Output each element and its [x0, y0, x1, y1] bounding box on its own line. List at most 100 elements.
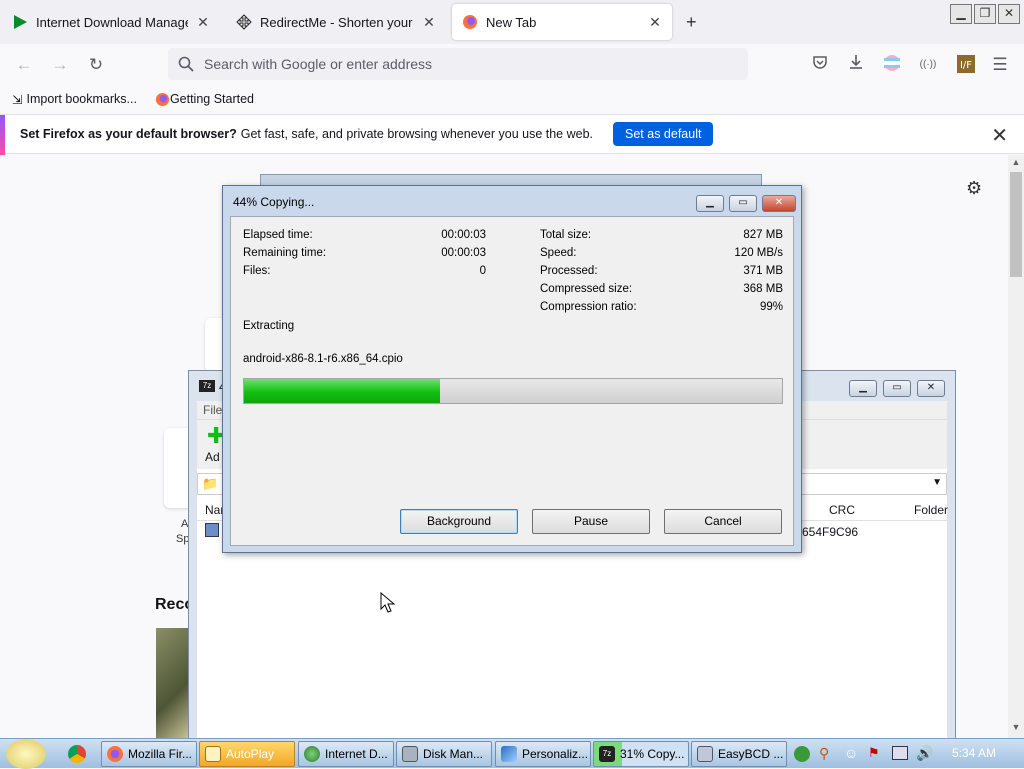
pause-button[interactable]: Pause	[532, 509, 650, 534]
column-crc[interactable]: CRC	[829, 503, 855, 517]
stat-label: Compressed size:	[540, 283, 633, 295]
stat-value: 371 MB	[743, 265, 783, 277]
minimize-button[interactable]: ▁	[849, 380, 877, 397]
minimize-button[interactable]: ▁	[696, 195, 724, 212]
stat-label: Total size:	[540, 229, 592, 241]
set-default-button[interactable]: Set as default	[613, 122, 714, 146]
menu-icon[interactable]: ☰	[989, 54, 1011, 76]
restore-button[interactable]: ❐	[974, 4, 996, 24]
chrome-icon[interactable]	[68, 745, 86, 763]
stat-value: 99%	[759, 301, 783, 313]
stat-label: Files:	[243, 265, 271, 277]
mouse-cursor-icon	[380, 592, 396, 613]
redirect-move-icon	[236, 14, 252, 30]
stat-value: 120 MB/s	[734, 247, 783, 259]
notification-accent	[0, 115, 5, 155]
stat-value: 00:00:03	[441, 229, 486, 241]
taskbar-item-personalize[interactable]: Personaliz...	[495, 741, 591, 767]
taskbar-label: Personaliz...	[522, 747, 589, 761]
maximize-button[interactable]: ▭	[729, 195, 757, 212]
stat-value: 827 MB	[743, 229, 783, 241]
tray-search-icon[interactable]: ⚲	[819, 745, 829, 762]
stat-label: Processed:	[540, 265, 598, 277]
background-button[interactable]: Background	[400, 509, 518, 534]
idm-globe-icon	[304, 746, 320, 762]
idm-extension-icon[interactable]: I/F	[955, 54, 977, 76]
taskbar-label: Internet D...	[325, 747, 388, 761]
minimize-button[interactable]: ▁	[950, 4, 972, 24]
tab-redirectme[interactable]: RedirectMe - Shorten your URL ✕	[226, 4, 446, 40]
back-icon[interactable]: ←	[13, 54, 35, 76]
notification-text: Get fast, safe, and private browsing whe…	[240, 127, 594, 141]
disk-management-icon	[402, 746, 418, 762]
taskbar-item-autoplay[interactable]: AutoPlay	[199, 741, 295, 767]
stat-label: Compression ratio:	[540, 301, 637, 313]
account-icon[interactable]	[881, 54, 903, 76]
firefox-icon	[155, 92, 169, 106]
taskbar-item-firefox[interactable]: Mozilla Fir...	[101, 741, 197, 767]
taskbar-label: AutoPlay	[226, 747, 275, 761]
window-controls: ▁ ❐ ✕	[950, 4, 1020, 24]
extension-icon[interactable]: ((·))	[917, 54, 939, 76]
cancel-button[interactable]: Cancel	[664, 509, 782, 534]
progress-fill	[244, 379, 441, 403]
taskbar-item-easybcd[interactable]: EasyBCD ...	[691, 741, 787, 767]
bookmarks-toolbar: ⇲ Import bookmarks... Getting Started	[0, 86, 1024, 112]
close-icon[interactable]: ✕	[991, 123, 1008, 148]
stat-label: Elapsed time:	[243, 229, 313, 241]
file-icon	[205, 523, 219, 537]
close-button[interactable]: ✕	[917, 380, 945, 397]
tray-flag-icon[interactable]: ⚑	[868, 745, 880, 761]
taskbar-item-7zip-copy[interactable]: 7z 31% Copy...	[593, 741, 689, 767]
taskbar-clock: 5:34 AM	[951, 746, 996, 760]
7zip-icon: 7z	[199, 380, 215, 392]
taskbar-item-idm[interactable]: Internet D...	[298, 741, 394, 767]
close-button[interactable]: ✕	[762, 195, 796, 212]
bookmark-label: Getting Started	[169, 92, 255, 106]
new-tab-button[interactable]: +	[686, 12, 697, 33]
tray-volume-icon[interactable]: 🔊	[916, 745, 933, 762]
bookmark-import[interactable]: ⇲ Import bookmarks...	[12, 92, 137, 107]
reload-icon[interactable]: ↻	[85, 54, 107, 76]
tab-close-icon[interactable]: ✕	[422, 14, 436, 31]
tab-new-tab[interactable]: New Tab ✕	[452, 4, 672, 40]
tab-close-icon[interactable]: ✕	[196, 14, 210, 31]
column-folder[interactable]: Folder	[914, 503, 948, 517]
tab-close-icon[interactable]: ✕	[648, 14, 662, 31]
7zip-icon: 7z	[599, 746, 615, 762]
taskbar-label: Disk Man...	[423, 747, 484, 761]
menu-file[interactable]: File	[203, 403, 222, 417]
tray-smiley-icon[interactable]: ☺	[844, 745, 858, 761]
gear-icon[interactable]: ⚙	[966, 178, 982, 199]
tray-display-icon[interactable]	[892, 746, 908, 760]
tray-network-icon[interactable]	[794, 746, 810, 762]
forward-icon[interactable]: →	[49, 54, 71, 76]
address-bar[interactable]: Search with Google or enter address	[168, 48, 748, 80]
scroll-up-icon[interactable]: ▲	[1008, 157, 1024, 171]
bookmark-getting-started[interactable]: Getting Started	[155, 92, 254, 107]
pocket-icon[interactable]	[809, 54, 831, 76]
close-button[interactable]: ✕	[998, 4, 1020, 24]
scroll-down-icon[interactable]: ▼	[1008, 722, 1024, 736]
address-placeholder: Search with Google or enter address	[204, 56, 433, 72]
maximize-button[interactable]: ▭	[883, 380, 911, 397]
easybcd-icon	[697, 746, 713, 762]
current-file-name: android-x86-8.1-r6.x86_64.cpio	[243, 353, 403, 365]
default-browser-notification: Set Firefox as your default browser? Get…	[0, 114, 1024, 155]
downloads-icon[interactable]	[845, 54, 867, 76]
dialog-body: Elapsed time: 00:00:03 Remaining time: 0…	[230, 216, 794, 546]
firefox-icon	[107, 746, 123, 762]
recent-thumbnail[interactable]	[156, 628, 190, 738]
stat-value: 0	[479, 265, 486, 277]
scroll-thumb[interactable]	[1010, 172, 1022, 277]
start-button[interactable]	[6, 739, 46, 769]
taskbar-label: 31% Copy...	[620, 747, 685, 761]
copy-progress-dialog: 44% Copying... ▁ ▭ ✕ Elapsed time: 00:00…	[222, 185, 802, 553]
folder-up-icon: 📁	[202, 476, 219, 491]
idm-play-icon	[14, 15, 27, 29]
personalize-icon	[501, 746, 517, 762]
chevron-down-icon[interactable]: ▼	[932, 477, 942, 488]
taskbar-item-disk-management[interactable]: Disk Man...	[396, 741, 492, 767]
tab-idm[interactable]: Internet Download Manager: Th ✕	[2, 4, 220, 40]
taskbar: Mozilla Fir... AutoPlay Internet D... Di…	[0, 738, 1024, 769]
